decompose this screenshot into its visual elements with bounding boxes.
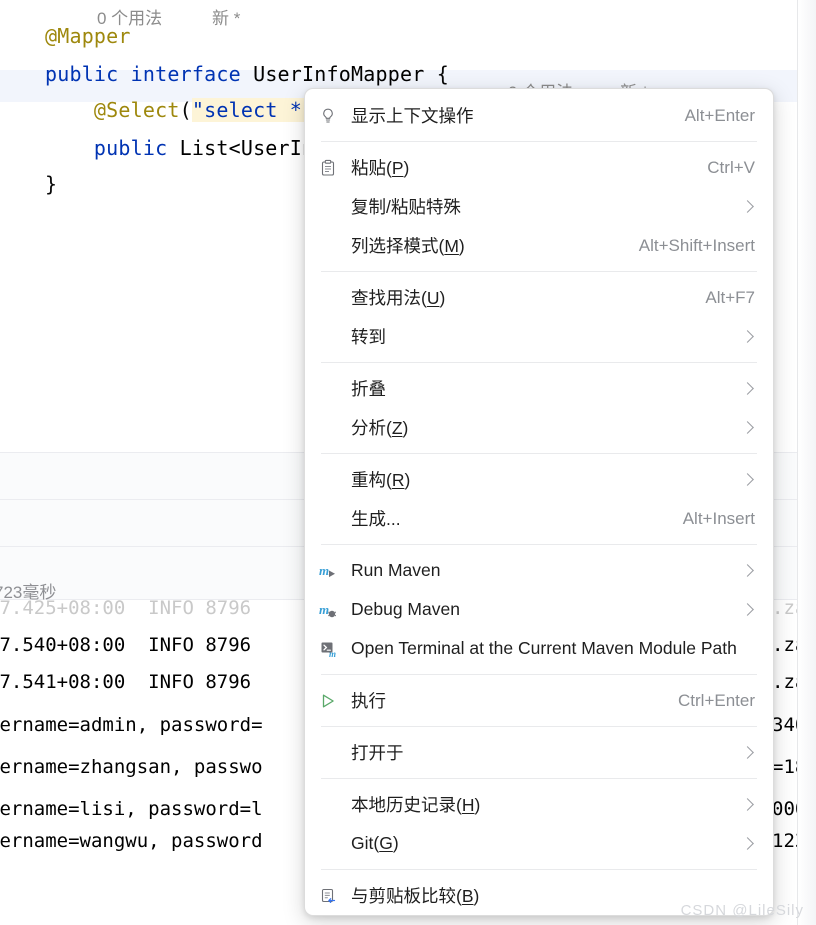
menu-separator (321, 362, 757, 363)
console-line-7: sername=wangwu, password (0, 830, 263, 852)
editor-scrollbar-track[interactable] (798, 0, 816, 925)
maven-debug-icon: m (319, 599, 347, 621)
menu-item-icon-slot (319, 469, 347, 491)
menu-item-icon-slot (319, 508, 347, 530)
menu-item-label: 复制/粘贴特殊 (351, 197, 461, 217)
chevron-right-icon (741, 421, 755, 435)
menu-item-icon-slot (319, 742, 347, 764)
code-token-public-2: public (44, 136, 180, 160)
menu-item-maven-debug[interactable]: m Debug Maven (305, 590, 773, 629)
code-line-5: } (0, 148, 57, 220)
run-play-icon (319, 690, 347, 712)
inlay-hint-usages-1: 0 个用法 (97, 9, 163, 28)
menu-item-icon-slot (319, 287, 347, 309)
menu-separator (321, 453, 757, 454)
inlay-hint-new-1: 新 * (212, 9, 241, 28)
console-line-5: sername=zhangsan, passwo (0, 756, 263, 778)
menu-item-label: 列选择模式(M) (351, 236, 465, 256)
menu-item-g1-i1[interactable]: 复制/粘贴特殊 (305, 187, 773, 226)
menu-item-label: 重构(R) (351, 470, 411, 490)
menu-item-maven-run[interactable]: m Run Maven (305, 551, 773, 590)
compare-clipboard-icon (319, 885, 347, 907)
menu-item-label: 执行 (351, 691, 386, 711)
menu-item-label: 分析(Z) (351, 418, 409, 438)
chevron-right-icon (741, 200, 755, 214)
chevron-right-icon (741, 837, 755, 851)
menu-item-icon-slot (319, 326, 347, 348)
console-line-6: sername=lisi, password=l (0, 798, 263, 820)
code-token-close-brace: } (44, 172, 58, 196)
chevron-right-icon (741, 382, 755, 396)
menu-item-icon-slot (319, 378, 347, 400)
lightbulb-icon (319, 105, 347, 127)
console-line-2: 47.540+08:00 INFO 8796 (0, 634, 252, 656)
chevron-right-icon (741, 798, 755, 812)
chevron-right-icon (741, 564, 755, 578)
menu-separator (321, 141, 757, 142)
menu-item-icon-slot (319, 833, 347, 855)
menu-item-label: 查找用法(U) (351, 288, 446, 308)
clipboard-paste-icon (319, 157, 347, 179)
menu-item-g4-i1[interactable]: 生成... Alt+Insert (305, 499, 773, 538)
menu-item-shortcut: Alt+Shift+Insert (638, 235, 755, 255)
menu-separator (321, 544, 757, 545)
menu-item-lightbulb[interactable]: 显示上下文操作 Alt+Enter (305, 96, 773, 135)
menu-item-clipboard-paste[interactable]: 粘贴(P) Ctrl+V (305, 148, 773, 187)
menu-item-g4-i0[interactable]: 重构(R) (305, 460, 773, 499)
svg-text:m: m (329, 649, 336, 658)
menu-item-shortcut: Alt+Insert (682, 508, 755, 528)
menu-item-shortcut: Alt+Enter (684, 105, 755, 125)
menu-item-g3-i1[interactable]: 分析(Z) (305, 408, 773, 447)
menu-item-icon-slot (319, 417, 347, 439)
maven-terminal-icon: m (319, 638, 347, 660)
menu-item-g7-i0[interactable]: 打开于 (305, 733, 773, 772)
menu-item-label: Git(G) (351, 833, 399, 853)
console-line-4: sername=admin, password= (0, 714, 263, 736)
console-line-1: 47.425+08:00 INFO 8796 (0, 597, 252, 619)
svg-text:m: m (319, 563, 329, 578)
menu-item-shortcut: Ctrl+V (707, 157, 755, 177)
watermark-text: CSDN @LileSily (680, 902, 804, 919)
console-line-3: 47.541+08:00 INFO 8796 (0, 671, 252, 693)
chevron-right-icon (741, 330, 755, 344)
menu-item-icon-slot (319, 794, 347, 816)
menu-item-label: 显示上下文操作 (351, 106, 474, 126)
menu-separator (321, 271, 757, 272)
menu-item-g8-i0[interactable]: 本地历史记录(H) (305, 785, 773, 824)
menu-item-shortcut: Ctrl+Enter (678, 690, 755, 710)
menu-item-label: 打开于 (351, 743, 404, 763)
menu-item-label: Open Terminal at the Current Maven Modul… (351, 638, 737, 658)
menu-item-icon-slot (319, 196, 347, 218)
chevron-right-icon (741, 746, 755, 760)
editor-context-menu[interactable]: 显示上下文操作 Alt+Enter 粘贴(P) Ctrl+V 复制/粘贴特殊 列选择模式(… (304, 88, 774, 916)
menu-separator (321, 674, 757, 675)
menu-item-label: Run Maven (351, 560, 441, 580)
menu-item-label: 转到 (351, 327, 386, 347)
menu-item-g2-i0[interactable]: 查找用法(U) Alt+F7 (305, 278, 773, 317)
menu-item-maven-terminal[interactable]: m Open Terminal at the Current Maven Modu… (305, 629, 773, 668)
menu-item-g2-i1[interactable]: 转到 (305, 317, 773, 356)
menu-separator (321, 869, 757, 870)
maven-run-icon: m (319, 560, 347, 582)
chevron-right-icon (741, 603, 755, 617)
menu-item-label: 生成... (351, 509, 401, 529)
chevron-right-icon (741, 473, 755, 487)
menu-item-g8-i1[interactable]: Git(G) (305, 824, 773, 863)
menu-item-shortcut: Alt+F7 (705, 287, 755, 307)
menu-item-label: 本地历史记录(H) (351, 795, 481, 815)
menu-item-label: Debug Maven (351, 599, 460, 619)
menu-item-run-play[interactable]: 执行 Ctrl+Enter (305, 681, 773, 720)
menu-item-label: 粘贴(P) (351, 158, 410, 178)
svg-text:m: m (319, 602, 329, 617)
menu-item-icon-slot (319, 235, 347, 257)
menu-separator (321, 726, 757, 727)
menu-separator (321, 778, 757, 779)
menu-item-g1-i2[interactable]: 列选择模式(M) Alt+Shift+Insert (305, 226, 773, 265)
menu-item-g3-i0[interactable]: 折叠 (305, 369, 773, 408)
menu-item-label: 折叠 (351, 379, 386, 399)
